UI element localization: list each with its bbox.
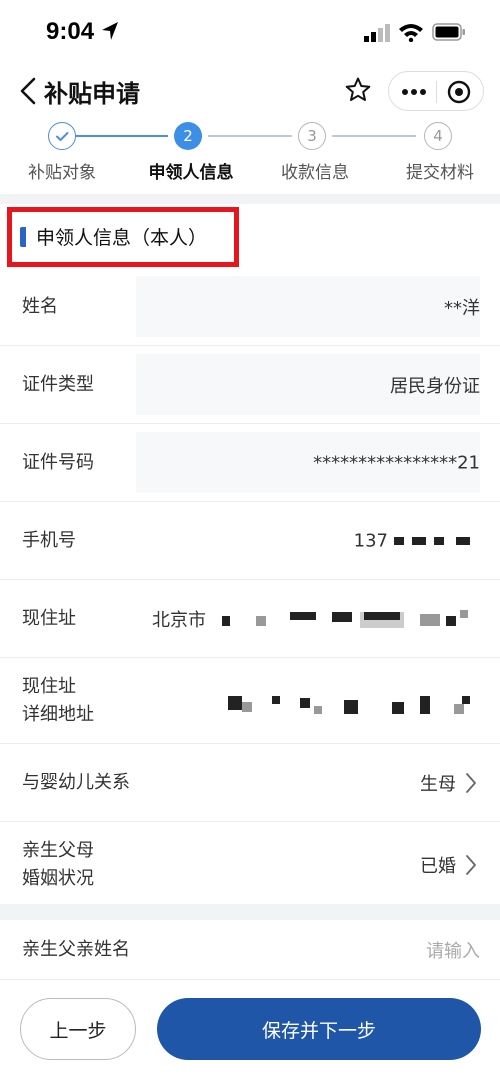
- id-number-label: 证件号码: [22, 451, 94, 473]
- chevron-right-icon: [466, 855, 476, 875]
- redacted-block: [242, 702, 252, 712]
- redacted-block: [300, 698, 310, 708]
- redacted-block: [456, 537, 470, 545]
- address-label: 现住址: [22, 607, 76, 629]
- id-type-value: 居民身份证: [390, 375, 480, 397]
- redacted-block: [344, 700, 358, 714]
- page-title: 补贴申请: [44, 80, 140, 108]
- redacted-block: [462, 696, 470, 704]
- address-value: 北京市: [152, 609, 206, 631]
- redacted-block: [446, 616, 456, 626]
- step-1-label: 补贴对象: [28, 163, 96, 183]
- more-dots-icon[interactable]: [401, 88, 427, 96]
- form-row-id-number: 证件号码 ****************21: [0, 424, 500, 502]
- status-bar: 9:04: [0, 0, 500, 64]
- mini-program-capsule: [388, 71, 484, 111]
- redacted-block: [290, 612, 316, 620]
- step-2-label: 申领人信息: [148, 163, 234, 183]
- form-row-father-name[interactable]: 亲生父亲姓名 请输入: [0, 920, 500, 980]
- redacted-block: [420, 696, 430, 714]
- step-connector: [208, 135, 292, 137]
- check-icon: [56, 132, 69, 141]
- applicant-form: 姓名 **洋 证件类型 居民身份证 证件号码 ****************2…: [0, 268, 500, 908]
- location-arrow-icon: [102, 22, 118, 40]
- step-connector: [332, 135, 416, 137]
- wifi-icon: [399, 24, 423, 42]
- form-row-marital[interactable]: 亲生父母 婚姻状况 已婚: [0, 822, 500, 908]
- redacted-block: [392, 702, 404, 714]
- redacted-block: [420, 614, 440, 626]
- step-3-number: 3: [298, 122, 326, 150]
- nav-bar: 补贴申请: [0, 64, 500, 116]
- progress-stepper: 2 3 4 补贴对象 申领人信息 收款信息 提交材料: [0, 116, 500, 194]
- battery-icon: [432, 23, 465, 41]
- highlight-box: [7, 207, 239, 267]
- section-header: 申领人信息（本人）: [0, 204, 500, 268]
- step-4-number: 4: [424, 122, 452, 150]
- section-gap: [0, 904, 500, 920]
- cellular-signal-icon: [364, 24, 390, 42]
- step-2-number: 2: [174, 122, 202, 150]
- step-3-label: 收款信息: [281, 163, 349, 183]
- name-label: 姓名: [22, 295, 58, 317]
- id-type-label: 证件类型: [22, 373, 94, 395]
- redacted-block: [332, 612, 352, 622]
- status-time: 9:04: [46, 18, 95, 45]
- redacted-block: [434, 537, 444, 545]
- redacted-block: [314, 706, 322, 714]
- step-4-label: 提交材料: [406, 163, 474, 183]
- close-target-icon[interactable]: [447, 80, 471, 104]
- bottom-action-bar: 上一步 保存并下一步: [0, 980, 500, 1082]
- relation-label: 与婴幼儿关系: [22, 771, 130, 793]
- capsule-divider: [436, 81, 437, 103]
- address-detail-label: 现住址 详细地址: [22, 675, 94, 725]
- form-row-phone[interactable]: 手机号 137: [0, 502, 500, 580]
- form-row-id-type: 证件类型 居民身份证: [0, 346, 500, 424]
- prev-step-button[interactable]: 上一步: [20, 998, 136, 1060]
- redacted-block: [454, 704, 464, 714]
- redacted-block: [222, 616, 230, 626]
- redacted-block: [412, 537, 426, 545]
- form-row-address-detail[interactable]: 现住址 详细地址: [0, 658, 500, 744]
- redacted-block: [272, 696, 280, 704]
- save-next-button[interactable]: 保存并下一步: [157, 998, 481, 1060]
- step-connector: [76, 135, 168, 137]
- redacted-block: [256, 616, 266, 626]
- form-row-relation[interactable]: 与婴幼儿关系 生母: [0, 744, 500, 822]
- marital-value: 已婚: [420, 856, 456, 877]
- phone-value: 137: [353, 530, 388, 551]
- form-row-address[interactable]: 现住址 北京市: [0, 580, 500, 658]
- star-icon[interactable]: [344, 76, 372, 104]
- id-number-value: ****************21: [313, 452, 480, 473]
- form-row-name: 姓名 **洋: [0, 268, 500, 346]
- name-value: **洋: [444, 297, 480, 319]
- father-name-input[interactable]: 请输入: [426, 937, 480, 963]
- father-name-label: 亲生父亲姓名: [22, 938, 130, 960]
- marital-label: 亲生父母 婚姻状况: [22, 840, 94, 889]
- redacted-block: [394, 537, 404, 545]
- phone-label: 手机号: [22, 529, 76, 551]
- relation-value: 生母: [420, 773, 456, 795]
- back-chevron-icon[interactable]: [18, 76, 38, 106]
- redacted-block: [364, 612, 400, 620]
- redacted-block: [460, 610, 468, 618]
- step-1-check: [48, 122, 76, 150]
- redacted-block: [228, 696, 242, 710]
- name-field[interactable]: [136, 276, 480, 337]
- chevron-right-icon: [466, 772, 476, 793]
